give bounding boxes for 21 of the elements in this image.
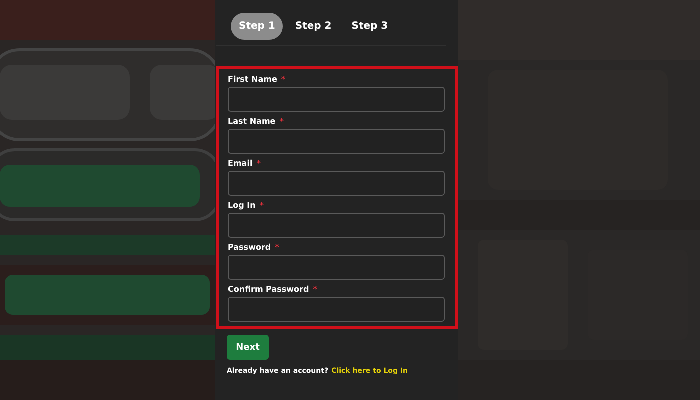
required-mark: * — [275, 243, 280, 252]
field-label: Last Name — [228, 117, 276, 126]
field-label: First Name — [228, 75, 278, 84]
field-label: Email — [228, 159, 253, 168]
input-field[interactable] — [228, 171, 445, 196]
next-button[interactable]: Next — [227, 335, 269, 360]
step-tab[interactable]: Step 2 — [287, 13, 340, 40]
field-label: Log In — [228, 201, 256, 210]
field-label: Confirm Password — [228, 285, 310, 294]
step-tab[interactable]: Step 3 — [344, 13, 396, 40]
input-field[interactable] — [228, 87, 445, 112]
required-mark: * — [313, 285, 318, 294]
input-field[interactable] — [228, 297, 445, 322]
required-mark: * — [280, 117, 284, 126]
required-mark: * — [260, 201, 264, 210]
input-field[interactable] — [228, 213, 445, 238]
field-label: Password — [228, 243, 272, 252]
required-mark: * — [256, 159, 261, 168]
input-field[interactable] — [228, 255, 445, 280]
input-field[interactable] — [228, 129, 445, 154]
required-mark: * — [281, 75, 286, 84]
